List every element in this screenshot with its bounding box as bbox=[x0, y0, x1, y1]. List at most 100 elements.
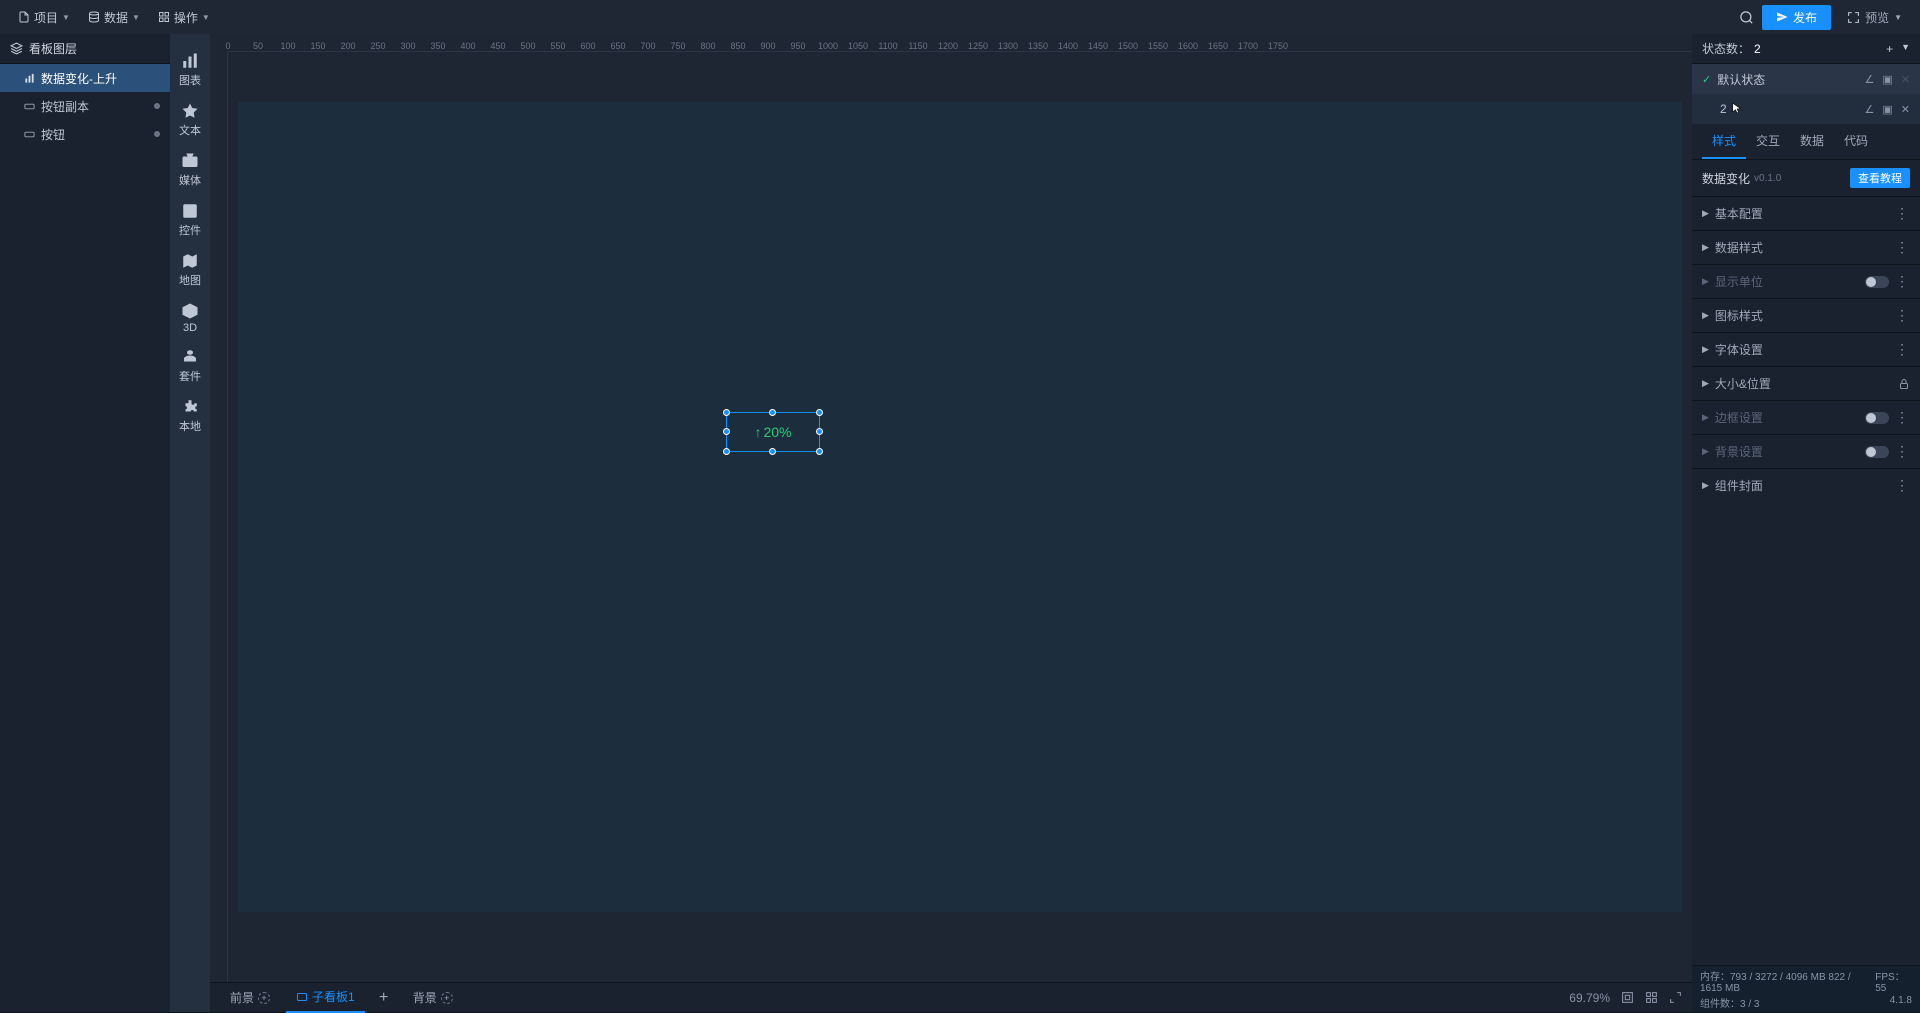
more-icon[interactable]: ⋮ bbox=[1895, 205, 1910, 222]
close-icon[interactable]: ✕ bbox=[1901, 103, 1910, 116]
section-border[interactable]: ▶ 边框设置 ⋮ bbox=[1692, 400, 1920, 434]
tool-label: 图表 bbox=[179, 72, 201, 88]
ruler-tick: 250 bbox=[370, 41, 385, 51]
resize-handle[interactable] bbox=[723, 448, 730, 455]
resize-handle[interactable] bbox=[816, 448, 823, 455]
state-count: 2 bbox=[1754, 42, 1761, 56]
copy-icon[interactable]: ▣ bbox=[1882, 73, 1892, 86]
add-state-button[interactable]: + bbox=[1886, 42, 1893, 56]
section-label: 基本配置 bbox=[1715, 205, 1763, 222]
state-item-default[interactable]: ✓ 默认状态 ∠ ▣ ✕ bbox=[1692, 64, 1920, 94]
tool-local[interactable]: 本地 bbox=[170, 390, 210, 440]
publish-button[interactable]: 发布 bbox=[1762, 5, 1831, 30]
section-label: 边框设置 bbox=[1715, 409, 1763, 426]
fit-icon[interactable] bbox=[1620, 991, 1634, 1005]
edit-icon[interactable]: ∠ bbox=[1865, 73, 1875, 86]
mem-label: 内存： bbox=[1700, 972, 1730, 983]
chevron-down-icon[interactable]: ▼ bbox=[1901, 42, 1910, 56]
menu-data[interactable]: 数据 ▼ bbox=[80, 5, 148, 30]
add-tab-button[interactable]: + bbox=[371, 989, 397, 1007]
menu-operate[interactable]: 操作 ▼ bbox=[150, 5, 218, 30]
tool-media[interactable]: 媒体 bbox=[170, 144, 210, 194]
tab-subboard[interactable]: 子看板1 bbox=[286, 983, 365, 1013]
cube-icon bbox=[181, 302, 199, 320]
ruler-tick: 1000 bbox=[818, 41, 838, 51]
more-icon[interactable]: ⋮ bbox=[1895, 477, 1910, 494]
resize-handle[interactable] bbox=[723, 428, 730, 435]
tool-3d[interactable]: 3D bbox=[170, 294, 210, 340]
section-label: 组件封面 bbox=[1715, 477, 1763, 494]
status-bar: 内存：793 / 3272 / 4096 MB 822 / 1615 MB FP… bbox=[1692, 965, 1920, 1012]
toggle-switch[interactable] bbox=[1865, 412, 1889, 424]
layer-item[interactable]: 按钮 bbox=[0, 120, 170, 148]
tab-background[interactable]: 背景 + bbox=[403, 983, 463, 1013]
grid-icon bbox=[158, 11, 170, 23]
selected-widget[interactable]: ↑ 20% bbox=[726, 412, 820, 452]
ruler-tick: 700 bbox=[640, 41, 655, 51]
layer-item[interactable]: 数据变化-上升 bbox=[0, 64, 170, 92]
tool-label: 地图 bbox=[179, 272, 201, 288]
add-icon[interactable]: + bbox=[258, 992, 270, 1004]
tab-foreground[interactable]: 前景 + bbox=[220, 983, 280, 1013]
preview-button[interactable]: 预览 ▼ bbox=[1839, 5, 1910, 30]
lock-icon[interactable] bbox=[1898, 378, 1910, 390]
visibility-dot[interactable] bbox=[154, 131, 160, 137]
resize-handle[interactable] bbox=[769, 409, 776, 416]
toggle-switch[interactable] bbox=[1865, 446, 1889, 458]
section-iconstyle[interactable]: ▶ 图标样式 ⋮ bbox=[1692, 298, 1920, 332]
more-icon[interactable]: ⋮ bbox=[1895, 239, 1910, 256]
menu-project[interactable]: 项目 ▼ bbox=[10, 5, 78, 30]
search-icon[interactable] bbox=[1738, 9, 1754, 25]
layer-panel: 看板图层 数据变化-上升 按钮副本 按钮 bbox=[0, 34, 170, 1012]
tutorial-button[interactable]: 查看教程 bbox=[1850, 168, 1910, 188]
tool-kit[interactable]: 套件 bbox=[170, 340, 210, 390]
add-icon[interactable]: + bbox=[441, 992, 453, 1004]
tab-style[interactable]: 样式 bbox=[1702, 124, 1746, 159]
section-label: 大小&位置 bbox=[1715, 375, 1771, 392]
chevron-down-icon: ▼ bbox=[132, 13, 140, 22]
section-font[interactable]: ▶ 字体设置 ⋮ bbox=[1692, 332, 1920, 366]
chevron-down-icon: ▼ bbox=[1894, 13, 1902, 22]
tool-map[interactable]: 地图 bbox=[170, 244, 210, 294]
tab-interaction[interactable]: 交互 bbox=[1746, 124, 1790, 159]
ruler-tick: 600 bbox=[580, 41, 595, 51]
tab-data[interactable]: 数据 bbox=[1790, 124, 1834, 159]
top-menu: 项目 ▼ 数据 ▼ 操作 ▼ bbox=[10, 5, 218, 30]
fps-label: FPS： bbox=[1875, 972, 1904, 983]
fullscreen-icon[interactable] bbox=[1668, 991, 1682, 1005]
ruler-tick: 1150 bbox=[908, 41, 927, 51]
tool-control[interactable]: 控件 bbox=[170, 194, 210, 244]
more-icon[interactable]: ⋮ bbox=[1895, 443, 1910, 460]
close-icon[interactable]: ✕ bbox=[1901, 73, 1910, 86]
tool-chart[interactable]: 图表 bbox=[170, 44, 210, 94]
section-size-position[interactable]: ▶ 大小&位置 bbox=[1692, 366, 1920, 400]
puzzle-icon bbox=[181, 398, 199, 416]
visibility-dot[interactable] bbox=[154, 103, 160, 109]
more-icon[interactable]: ⋮ bbox=[1895, 273, 1910, 290]
toggle-switch[interactable] bbox=[1865, 276, 1889, 288]
section-datastyle[interactable]: ▶ 数据样式 ⋮ bbox=[1692, 230, 1920, 264]
more-icon[interactable]: ⋮ bbox=[1895, 341, 1910, 358]
foreground-label: 前景 bbox=[230, 989, 254, 1006]
right-panel: 状态数： 2 + ▼ ✓ 默认状态 ∠ ▣ ✕ 2 ∠ ▣ ✕ bbox=[1692, 34, 1920, 1012]
layer-item[interactable]: 按钮副本 bbox=[0, 92, 170, 120]
section-label: 背景设置 bbox=[1715, 443, 1763, 460]
edit-icon[interactable]: ∠ bbox=[1865, 103, 1875, 116]
state-item-2[interactable]: 2 ∠ ▣ ✕ bbox=[1692, 94, 1920, 124]
resize-handle[interactable] bbox=[816, 409, 823, 416]
section-unit[interactable]: ▶ 显示单位 ⋮ bbox=[1692, 264, 1920, 298]
section-background[interactable]: ▶ 背景设置 ⋮ bbox=[1692, 434, 1920, 468]
section-basic[interactable]: ▶ 基本配置 ⋮ bbox=[1692, 196, 1920, 230]
tool-text[interactable]: 文本 bbox=[170, 94, 210, 144]
more-icon[interactable]: ⋮ bbox=[1895, 409, 1910, 426]
copy-icon[interactable]: ▣ bbox=[1882, 103, 1892, 116]
resize-handle[interactable] bbox=[769, 448, 776, 455]
canvas[interactable]: ↑ 20% bbox=[238, 102, 1682, 912]
section-cover[interactable]: ▶ 组件封面 ⋮ bbox=[1692, 468, 1920, 502]
grid-icon[interactable] bbox=[1644, 991, 1658, 1005]
tab-code[interactable]: 代码 bbox=[1834, 124, 1878, 159]
more-icon[interactable]: ⋮ bbox=[1895, 307, 1910, 324]
ruler-tick: 1650 bbox=[1208, 41, 1228, 51]
resize-handle[interactable] bbox=[816, 428, 823, 435]
resize-handle[interactable] bbox=[723, 409, 730, 416]
